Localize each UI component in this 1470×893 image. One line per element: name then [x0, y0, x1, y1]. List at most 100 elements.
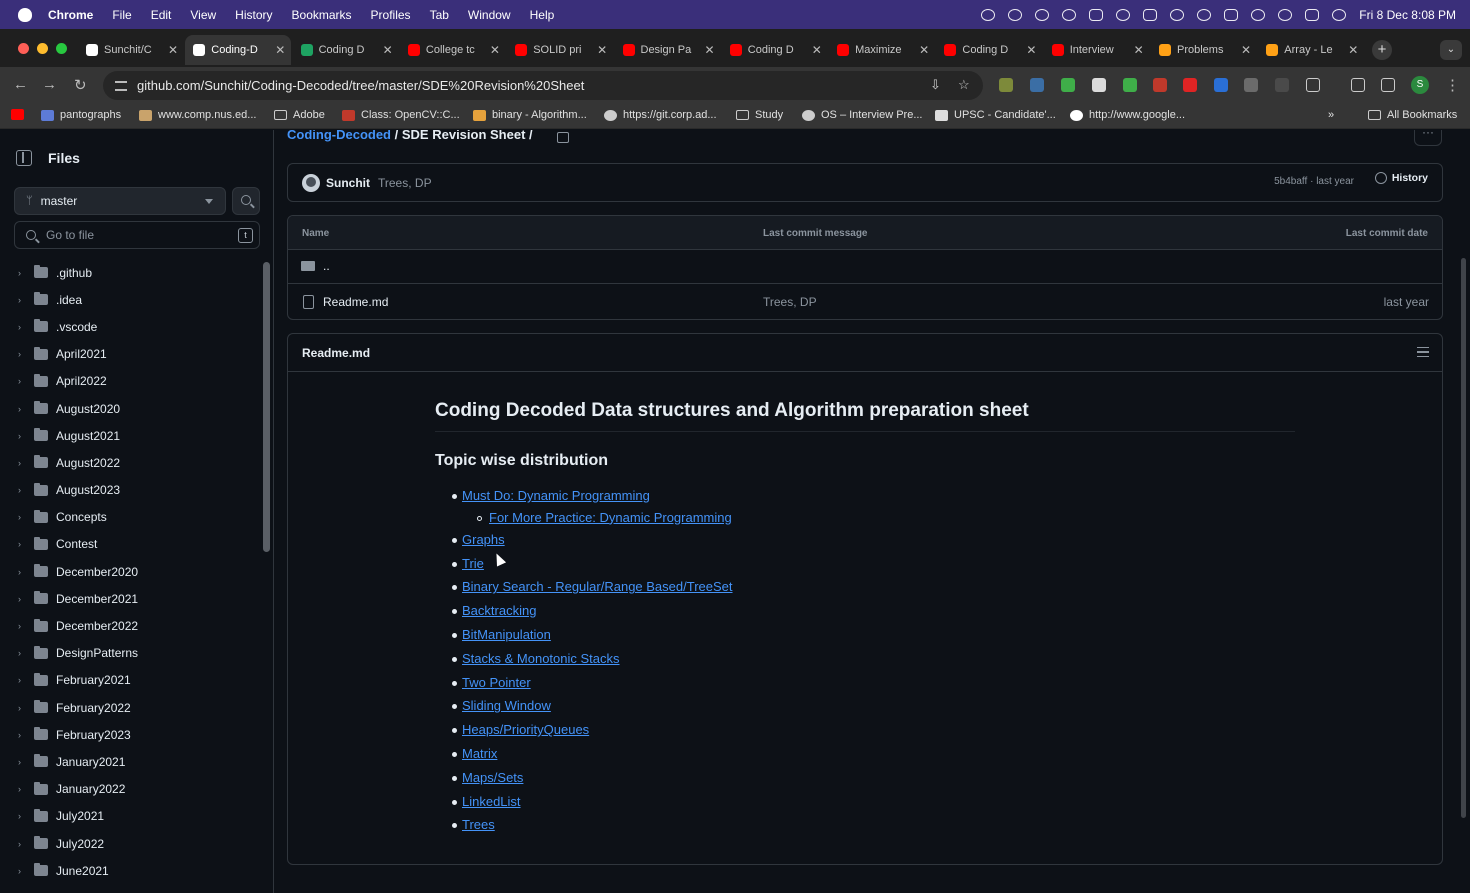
chevron-right-icon[interactable]: › [18, 839, 28, 849]
install-app-icon[interactable]: ⇩ [930, 78, 944, 92]
extension-icon[interactable] [1061, 78, 1075, 92]
focus-moon-icon[interactable] [1197, 8, 1212, 21]
menu-view[interactable]: View [190, 8, 216, 22]
chevron-right-icon[interactable]: › [18, 811, 28, 821]
battery-icon[interactable] [1224, 8, 1239, 21]
bookmark-item[interactable]: binary - Algorithm... [473, 109, 587, 121]
bookmark-item[interactable]: https://git.corp.ad... [604, 109, 717, 121]
chevron-right-icon[interactable]: › [18, 458, 28, 468]
topic-link[interactable]: Must Do: Dynamic Programming [462, 488, 650, 503]
browser-tab[interactable]: Problems ✕ [1151, 35, 1257, 65]
browser-tab[interactable]: Coding D ✕ [722, 35, 828, 65]
bookmark-item[interactable]: Class: OpenCV::C... [342, 109, 460, 121]
tree-item[interactable]: › January2021 [0, 748, 258, 775]
chevron-right-icon[interactable]: › [18, 675, 28, 685]
chevron-right-icon[interactable]: › [18, 567, 28, 577]
maximize-window-button[interactable] [56, 43, 67, 54]
go-to-file-input[interactable]: Go to file t [14, 221, 260, 249]
browser-tab[interactable]: Coding D ✕ [936, 35, 1042, 65]
bookmark-star-icon[interactable]: ☆ [958, 78, 972, 92]
chevron-right-icon[interactable]: › [18, 648, 28, 658]
close-tab-icon[interactable]: ✕ [273, 43, 287, 57]
browser-tab[interactable]: Coding-D ✕ [185, 35, 292, 65]
status-app-icon[interactable] [1089, 8, 1104, 21]
file-commit-message[interactable]: Trees, DP [763, 295, 817, 309]
side-panel-icon[interactable] [1381, 78, 1395, 92]
browser-tab[interactable]: Array - Le ✕ [1258, 35, 1364, 65]
topic-link[interactable]: Graphs [462, 532, 505, 547]
media-controls-icon[interactable] [1351, 78, 1365, 92]
extension-icon[interactable] [999, 78, 1013, 92]
siri-icon[interactable] [1332, 8, 1347, 21]
close-tab-icon[interactable]: ✕ [1346, 43, 1360, 57]
close-tab-icon[interactable]: ✕ [1024, 43, 1038, 57]
tree-item[interactable]: › August2021 [0, 422, 258, 449]
bookmark-item[interactable]: OS – Interview Pre... [802, 109, 922, 121]
bookmark-youtube-icon[interactable] [11, 109, 30, 120]
menu-app-name[interactable]: Chrome [48, 8, 93, 22]
tree-item[interactable]: › December2020 [0, 558, 258, 585]
sidebar-scrollbar[interactable] [263, 262, 270, 552]
chevron-right-icon[interactable]: › [18, 404, 28, 414]
parent-directory-label[interactable]: .. [323, 259, 330, 273]
breadcrumb-repo-link[interactable]: Coding-Decoded [287, 130, 391, 142]
tree-item[interactable]: › February2021 [0, 667, 258, 694]
file-name-link[interactable]: Readme.md [323, 295, 388, 309]
minimize-window-button[interactable] [37, 43, 48, 54]
new-tab-button[interactable]: + [1372, 40, 1392, 60]
extension-icon[interactable] [1244, 78, 1258, 92]
tab-search-button[interactable]: ⌄ [1440, 40, 1462, 60]
menu-file[interactable]: File [112, 8, 131, 22]
bookmark-folder[interactable]: Study [736, 109, 783, 121]
extension-icon[interactable] [1123, 78, 1137, 92]
chevron-right-icon[interactable]: › [18, 866, 28, 876]
close-tab-icon[interactable]: ✕ [166, 43, 180, 57]
tree-item[interactable]: › DesignPatterns [0, 640, 258, 667]
tree-item[interactable]: › April2022 [0, 368, 258, 395]
tree-item[interactable]: › July2021 [0, 803, 258, 830]
bookmark-item[interactable]: http://www.google... [1070, 109, 1185, 121]
close-tab-icon[interactable]: ✕ [810, 43, 824, 57]
more-options-button[interactable]: ··· [1414, 130, 1442, 146]
chevron-right-icon[interactable]: › [18, 594, 28, 604]
menu-edit[interactable]: Edit [151, 8, 172, 22]
topic-link[interactable]: Stacks & Monotonic Stacks [462, 651, 620, 666]
bookmark-folder[interactable]: Adobe [274, 109, 325, 121]
history-button[interactable]: History [1374, 172, 1428, 184]
extension-icon[interactable] [1214, 78, 1228, 92]
commit-author[interactable]: Sunchit [326, 176, 370, 190]
tree-item[interactable]: › August2023 [0, 477, 258, 504]
readme-filename[interactable]: Readme.md [302, 346, 370, 360]
tree-item[interactable]: › August2020 [0, 395, 258, 422]
chevron-right-icon[interactable]: › [18, 539, 28, 549]
commit-hash-time[interactable]: 5b4baff · last year [1274, 176, 1354, 187]
spotlight-search-icon[interactable] [1278, 8, 1293, 21]
menu-profiles[interactable]: Profiles [371, 8, 411, 22]
search-files-button[interactable] [232, 187, 260, 215]
tree-item[interactable]: › February2023 [0, 721, 258, 748]
browser-tab[interactable]: Sunchit/C ✕ [78, 35, 184, 65]
apple-icon[interactable] [18, 7, 32, 22]
topic-link[interactable]: LinkedList [462, 794, 521, 809]
chevron-right-icon[interactable]: › [18, 757, 28, 767]
extension-icon[interactable] [1275, 78, 1289, 92]
play-icon[interactable] [1170, 8, 1185, 21]
browser-tab[interactable]: Coding D ✕ [293, 35, 399, 65]
chevron-right-icon[interactable]: › [18, 376, 28, 386]
chevron-right-icon[interactable]: › [18, 703, 28, 713]
chevron-right-icon[interactable]: › [18, 268, 28, 278]
copy-path-icon[interactable] [557, 132, 569, 143]
topic-link[interactable]: Binary Search - Regular/Range Based/Tree… [462, 579, 733, 594]
extension-icon[interactable] [1092, 78, 1106, 92]
close-tab-icon[interactable]: ✕ [1239, 43, 1253, 57]
chevron-right-icon[interactable]: › [18, 295, 28, 305]
close-window-button[interactable] [18, 43, 29, 54]
close-tab-icon[interactable]: ✕ [381, 43, 395, 57]
chevron-right-icon[interactable]: › [18, 512, 28, 522]
chevron-right-icon[interactable]: › [18, 485, 28, 495]
back-arrow-icon[interactable]: ← [13, 76, 28, 93]
extensions-puzzle-icon[interactable] [1306, 78, 1320, 92]
topic-link[interactable]: Two Pointer [462, 675, 531, 690]
browser-tab[interactable]: SOLID pri ✕ [507, 35, 613, 65]
collapse-sidebar-icon[interactable] [16, 150, 32, 166]
